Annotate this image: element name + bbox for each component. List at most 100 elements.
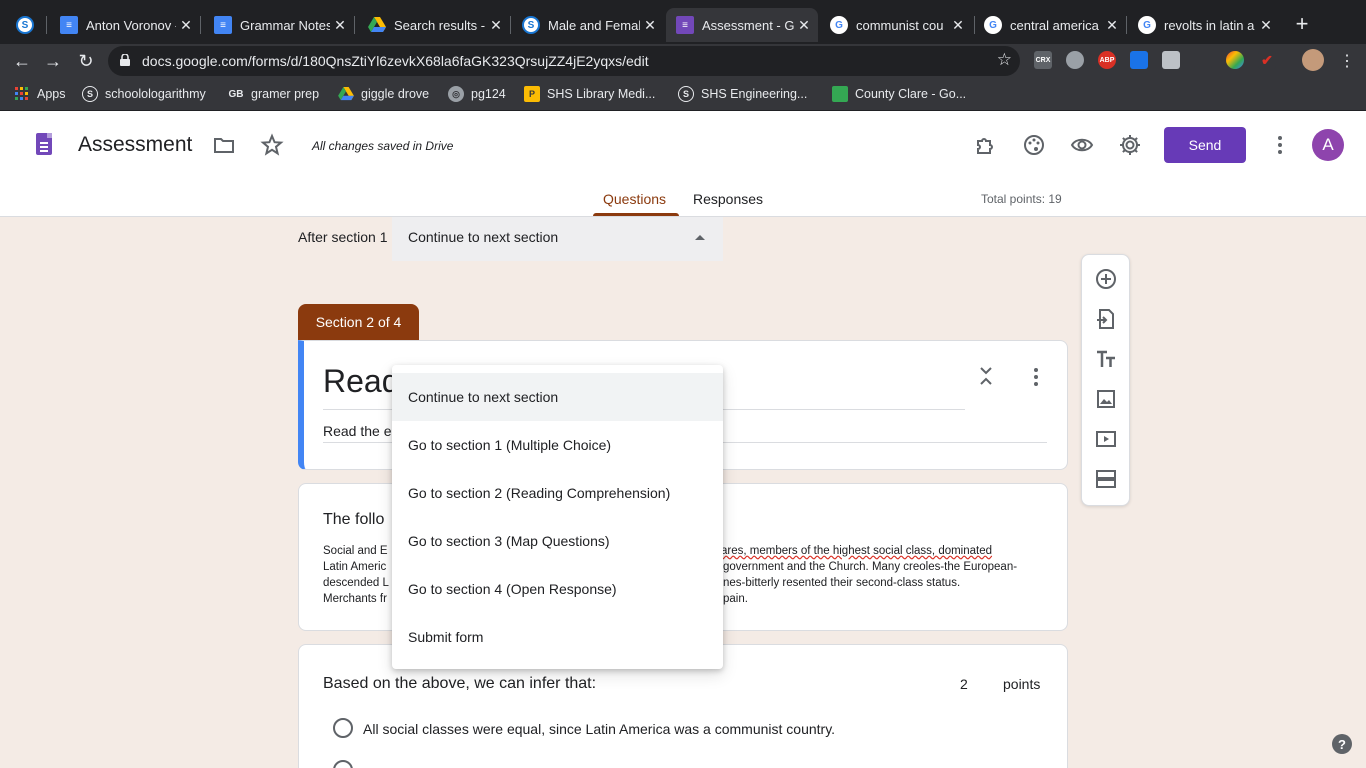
bookmark-shs-engineering[interactable]: S SHS Engineering... bbox=[678, 85, 807, 103]
browser-tab-1[interactable]: ≡ Anton Voronov - ✕ bbox=[50, 8, 200, 42]
lock-icon bbox=[120, 54, 130, 66]
passage-text: nes-bitterly resented their second-class… bbox=[723, 577, 961, 589]
star-icon[interactable] bbox=[260, 133, 284, 157]
addons-puzzle-icon[interactable] bbox=[974, 133, 998, 157]
schoology-icon: S bbox=[522, 16, 540, 34]
globe-icon: ◎ bbox=[448, 86, 464, 102]
blue-extension-icon[interactable] bbox=[1130, 51, 1148, 69]
avatar[interactable]: A bbox=[1312, 129, 1344, 161]
bookmark-gramer-prep[interactable]: GB gramer prep bbox=[228, 85, 320, 103]
preview-eye-icon[interactable] bbox=[1070, 133, 1094, 157]
dark-extension-icon[interactable] bbox=[1194, 51, 1212, 69]
browser-tab-2[interactable]: ≡ Grammar Notes ✕ bbox=[204, 8, 354, 42]
pinned-tab-schoology[interactable]: S bbox=[6, 8, 46, 42]
import-questions-icon[interactable] bbox=[1094, 307, 1118, 331]
profile-avatar-icon[interactable] bbox=[1302, 49, 1324, 71]
menu-item-continue[interactable]: Continue to next section bbox=[392, 373, 723, 421]
bookmark-label: SHS Engineering... bbox=[701, 87, 808, 101]
close-tab-icon[interactable]: ✕ bbox=[176, 17, 196, 34]
google-icon: G bbox=[830, 16, 848, 34]
tab-responses[interactable]: Responses bbox=[693, 191, 763, 207]
google-docs-icon: ≡ bbox=[60, 16, 78, 34]
add-video-icon[interactable] bbox=[1094, 427, 1118, 451]
browser-tab-active[interactable]: ≡ Assessment - G ✕ bbox=[666, 8, 818, 42]
back-arrow-icon[interactable]: ← bbox=[9, 48, 35, 74]
browser-tab-6[interactable]: G communist cou ✕ bbox=[820, 8, 972, 42]
form-title[interactable]: Assessment bbox=[78, 133, 192, 157]
palette-icon[interactable] bbox=[1022, 133, 1046, 157]
tab-questions[interactable]: Questions bbox=[603, 191, 666, 207]
caret-up-icon bbox=[695, 235, 705, 240]
folder-icon[interactable] bbox=[212, 133, 236, 157]
question-text[interactable]: Based on the above, we can infer that: bbox=[323, 675, 596, 693]
bookmark-label: giggle drove bbox=[361, 87, 430, 101]
bookmark-giggle-drove[interactable]: giggle drove bbox=[338, 85, 429, 103]
after-section-select[interactable]: Continue to next section bbox=[392, 217, 723, 261]
add-image-icon[interactable] bbox=[1094, 387, 1118, 411]
save-status: All changes saved in Drive bbox=[312, 139, 454, 153]
browser-tab-3[interactable]: Search results - ✕ bbox=[358, 8, 510, 42]
reload-icon[interactable]: ↻ bbox=[73, 48, 99, 74]
bookmark-pg124[interactable]: ◎ pg124 bbox=[448, 85, 506, 103]
section-description[interactable]: Read the e bbox=[323, 423, 392, 439]
collapse-section-icon[interactable] bbox=[978, 365, 994, 387]
browser-menu-icon[interactable]: ⋮ bbox=[1334, 48, 1360, 74]
tab-title: Anton Voronov - bbox=[86, 17, 176, 33]
browser-tab-7[interactable]: G central america ✕ bbox=[974, 8, 1126, 42]
close-tab-icon[interactable]: ✕ bbox=[948, 17, 968, 34]
option-text[interactable]: All social classes were equal, since Lat… bbox=[363, 721, 835, 737]
close-tab-icon[interactable]: ✕ bbox=[1102, 17, 1122, 34]
browser-tab-strip: S ≡ Anton Voronov - ✕ ≡ Grammar Notes ✕ … bbox=[0, 0, 1366, 44]
forward-arrow-icon[interactable]: → bbox=[40, 48, 66, 74]
bookmark-schoolologarithmy[interactable]: S schoolologarithmy bbox=[82, 85, 206, 103]
after-section-label: After section 1 bbox=[298, 229, 388, 245]
bookmark-shs-library[interactable]: P SHS Library Medi... bbox=[524, 85, 655, 103]
close-tab-icon[interactable]: ✕ bbox=[486, 17, 506, 34]
browser-tab-4[interactable]: S Male and Femal ✕ bbox=[512, 8, 664, 42]
menu-item-section-1[interactable]: Go to section 1 (Multiple Choice) bbox=[392, 421, 723, 469]
points-value[interactable]: 2 bbox=[960, 676, 968, 692]
add-question-icon[interactable] bbox=[1094, 267, 1118, 291]
color-extension-icon[interactable] bbox=[1226, 51, 1244, 69]
passage-text: Latin Americ bbox=[323, 561, 387, 573]
owl-extension-icon[interactable] bbox=[1066, 51, 1084, 69]
help-icon[interactable]: ? bbox=[1332, 734, 1352, 754]
close-tab-icon[interactable]: ✕ bbox=[794, 17, 814, 34]
address-bar[interactable]: docs.google.com/forms/d/180QnsZtiYl6zevk… bbox=[108, 46, 1020, 76]
google-forms-logo-icon[interactable] bbox=[36, 133, 52, 155]
settings-gear-icon[interactable] bbox=[1118, 133, 1142, 157]
close-tab-icon[interactable]: ✕ bbox=[640, 17, 660, 34]
bookmark-apps[interactable]: Apps bbox=[14, 85, 66, 103]
send-button[interactable]: Send bbox=[1164, 127, 1246, 163]
new-tab-icon[interactable]: + bbox=[1290, 12, 1314, 36]
menu-item-section-4[interactable]: Go to section 4 (Open Response) bbox=[392, 565, 723, 613]
briefcase-extension-icon[interactable] bbox=[1162, 51, 1180, 69]
section-tag: Section 2 of 4 bbox=[298, 304, 419, 340]
close-tab-icon[interactable]: ✕ bbox=[330, 17, 350, 34]
section-more-vert-icon[interactable] bbox=[1028, 367, 1044, 387]
close-tab-icon[interactable]: ✕ bbox=[1256, 17, 1276, 34]
passage-text: government and the Church. Many creoles-… bbox=[723, 561, 1018, 573]
bookmarks-bar: Apps S schoolologarithmy GB gramer prep … bbox=[0, 77, 1366, 111]
section-title[interactable]: Read bbox=[323, 363, 400, 400]
url-text[interactable]: docs.google.com/forms/d/180QnsZtiYl6zevk… bbox=[142, 53, 649, 69]
menu-item-section-2[interactable]: Go to section 2 (Reading Comprehension) bbox=[392, 469, 723, 517]
radio-button[interactable] bbox=[333, 718, 353, 738]
add-title-icon[interactable] bbox=[1094, 347, 1118, 371]
bookmark-label: gramer prep bbox=[251, 87, 320, 101]
adblock-extension-icon[interactable]: ABP bbox=[1098, 51, 1116, 69]
bookmark-label: County Clare - Go... bbox=[855, 87, 967, 101]
bookmark-label: Apps bbox=[37, 87, 66, 101]
browser-tab-8[interactable]: G revolts in latin a ✕ bbox=[1128, 8, 1280, 42]
radio-button[interactable] bbox=[333, 760, 353, 768]
bookmark-star-icon[interactable]: ☆ bbox=[997, 50, 1012, 70]
bookmark-county-clare[interactable]: County Clare - Go... bbox=[832, 85, 966, 103]
red-check-extension-icon[interactable]: ✔ bbox=[1258, 51, 1276, 69]
add-section-icon[interactable] bbox=[1094, 467, 1118, 491]
google-drive-icon bbox=[338, 86, 354, 102]
menu-item-section-3[interactable]: Go to section 3 (Map Questions) bbox=[392, 517, 723, 565]
bookmark-label: schoolologarithmy bbox=[105, 87, 206, 101]
more-vert-icon[interactable] bbox=[1268, 133, 1292, 157]
crx-extension-icon[interactable]: CRX bbox=[1034, 51, 1052, 69]
menu-item-submit[interactable]: Submit form bbox=[392, 613, 723, 661]
